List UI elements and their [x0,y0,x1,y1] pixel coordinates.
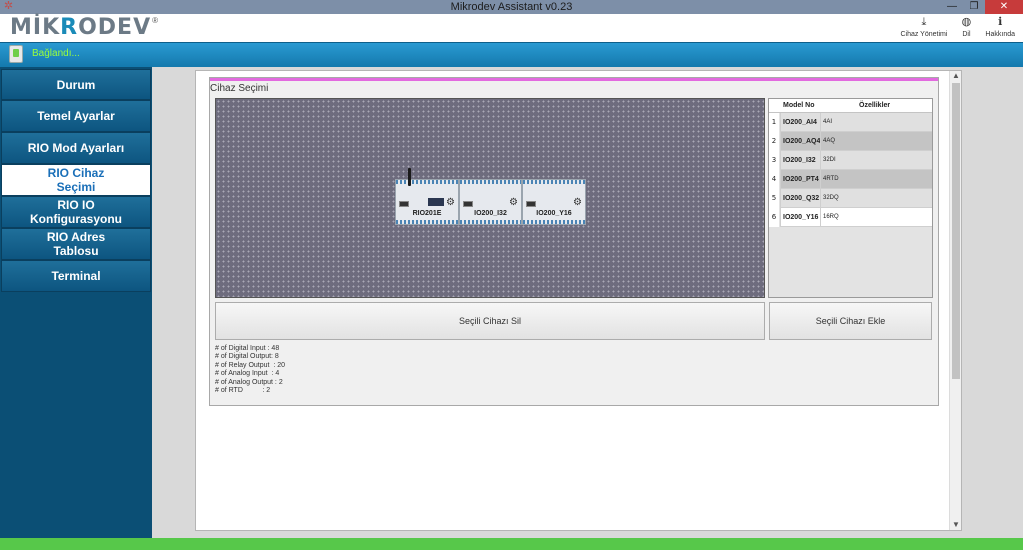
device-label: IO200_I32 [474,210,507,217]
column-model-no: Model No [783,102,815,109]
row-number: 4 [769,170,779,189]
model-cell: IO200_Y16 [780,208,820,227]
gear-icon: ⚙ [573,197,582,208]
row-number: 5 [769,189,779,208]
restore-button[interactable]: ❐ [963,0,985,14]
logo-suffix: ODEV [78,15,152,40]
row-number: 3 [769,151,779,170]
sidebar: Durum Temel Ayarlar RIO Mod Ayarları RIO… [0,67,152,538]
model-table: Model No Özellikler 1 IO200_AI4 4AI 2 IO… [768,98,933,298]
model-cell: IO200_Q32 [780,189,820,208]
group-title: Cihaz Seçimi [210,83,269,94]
table-row[interactable]: 5 IO200_Q32 32DQ [769,189,932,208]
column-features: Özellikler [859,102,891,109]
logo-accent: R [60,15,79,40]
feature-cell: 16RQ [820,208,932,227]
device-io200-y16[interactable]: ⚙ IO200_Y16 [522,179,586,225]
device-management-button[interactable]: ⤓ Cihaz Yönetimi [900,16,947,38]
nav-durum[interactable]: Durum [1,69,151,100]
table-header: Model No Özellikler [769,99,932,113]
about-label: Hakkında [985,31,1015,38]
port-icon [526,201,536,207]
antenna-icon [408,168,411,186]
model-cell: IO200_I32 [780,151,820,170]
language-label: Dil [962,31,971,38]
device-management-label: Cihaz Yönetimi [900,31,948,38]
device-label: RIO201E [412,210,442,217]
info-icon: ℹ [998,16,1003,28]
language-button[interactable]: ◍ Dil [953,16,979,38]
download-icon: ⤓ [921,16,927,28]
vertical-scrollbar[interactable]: ▲ ▼ [949,71,961,530]
device-label: IO200_Y16 [536,210,572,217]
model-cell: IO200_PT4 [780,170,820,189]
feature-cell: 32DQ [820,189,932,208]
nav-rio-adres-tablosu[interactable]: RIO Adres Tablosu [1,228,151,260]
globe-icon: ◍ [961,16,972,28]
row-number: 1 [769,113,779,132]
table-row[interactable]: 6 IO200_Y16 16RQ [769,208,932,227]
status-bar [0,538,1023,550]
ethernet-port-icon [399,201,409,207]
table-row[interactable]: 3 IO200_I32 32DI [769,151,932,170]
table-row[interactable]: 1 IO200_AI4 4AI [769,113,932,132]
device-rio201e[interactable]: ⚙ RIO201E [395,168,459,225]
stat-rtd: # of RTD : 2 [215,387,271,395]
feature-cell: 4AQ [820,132,932,151]
scroll-down-icon[interactable]: ▼ [950,520,962,530]
window-title: Mikrodev Assistant v0.23 [450,1,573,13]
mikrodev-logo: MİKRODEV ® [10,16,158,40]
scroll-thumb[interactable] [952,83,960,379]
io-summary: # of Digital Input : 48 # of Digital Out… [215,345,285,395]
add-selected-device-button[interactable]: Seçili Cihazı Ekle [769,302,932,340]
delete-selected-device-button[interactable]: Seçili Cihazı Sil [215,302,765,340]
app-header: MİKRODEV ® ⤓ Cihaz Yönetimi ◍ Dil ℹ Hakk… [0,14,1023,42]
row-number: 6 [769,208,779,227]
stat-digital-output: # of Digital Output: 8 [215,353,279,361]
nav-terminal[interactable]: Terminal [1,260,151,292]
feature-cell: 32DI [820,151,932,170]
feature-cell: 4AI [820,113,932,132]
device-io200-i32[interactable]: ⚙ IO200_I32 [459,179,522,225]
nav-temel-ayarlar[interactable]: Temel Ayarlar [1,100,151,132]
model-cell: IO200_AQ4 [780,132,820,151]
title-bar: ✲ Mikrodev Assistant v0.23 — ❐ ✕ [0,0,1023,14]
table-row[interactable]: 2 IO200_AQ4 4AQ [769,132,932,151]
feature-cell: 4RTD [820,170,932,189]
minimize-button[interactable]: — [941,0,963,14]
connection-status: Bağlandı... [32,48,80,59]
gear-icon: ⚙ [509,197,518,208]
about-button[interactable]: ℹ Hakkında [985,16,1015,38]
connection-bar: Bağlandı... [0,42,1023,67]
close-button[interactable]: ✕ [985,0,1023,14]
stat-analog-output: # of Analog Output : 2 [215,378,283,386]
logo-prefix: MİK [10,15,61,40]
device-display [428,198,444,206]
scroll-up-icon[interactable]: ▲ [950,71,962,81]
stat-digital-input: # of Digital Input : 48 [215,345,280,352]
nav-rio-cihaz-secimi[interactable]: RIO Cihaz Seçimi [1,164,151,196]
port-icon [463,201,473,207]
row-number: 2 [769,132,779,151]
stat-relay-output: # of Relay Output : 20 [215,361,286,369]
nav-rio-io-konfigurasyonu[interactable]: RIO IO Konfigurasyonu [1,196,151,228]
usb-device-icon [9,45,23,63]
gear-icon: ⚙ [446,197,455,208]
app-gear-icon: ✲ [3,0,14,12]
model-cell: IO200_AI4 [780,113,820,132]
nav-rio-mod-ayarlari[interactable]: RIO Mod Ayarları [1,132,151,164]
registered-mark: ® [152,16,159,25]
group-accent-line [210,78,938,81]
device-canvas[interactable]: ⚙ RIO201E ⚙ IO200_I32 ⚙ IO200_Y16 [215,98,765,298]
stat-analog-input: # of Analog Input : 4 [215,370,280,378]
table-row[interactable]: 4 IO200_PT4 4RTD [769,170,932,189]
